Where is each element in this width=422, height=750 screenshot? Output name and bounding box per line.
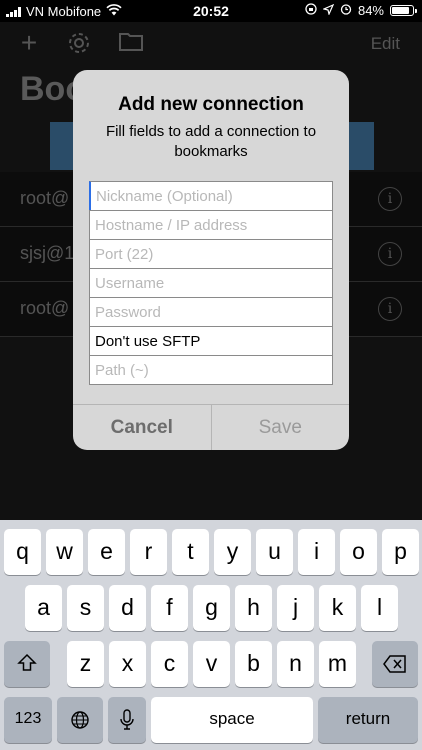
globe-icon xyxy=(71,711,89,729)
port-input[interactable] xyxy=(89,239,333,269)
nickname-input[interactable] xyxy=(89,181,333,211)
key-y[interactable]: y xyxy=(214,529,251,575)
key-s[interactable]: s xyxy=(67,585,104,631)
gear-icon[interactable] xyxy=(66,30,92,56)
bookmark-label: sjsj@1 xyxy=(20,243,75,263)
dictation-key[interactable] xyxy=(108,697,146,743)
folder-icon[interactable] xyxy=(118,30,144,56)
connection-form: Don't use SFTP xyxy=(89,181,333,385)
status-bar: VN Mobifone 20:52 84% xyxy=(0,0,422,22)
info-icon[interactable]: i xyxy=(378,297,402,321)
toolbar: + Edit xyxy=(0,22,422,66)
location-arrow-icon xyxy=(322,3,335,18)
edit-button[interactable]: Edit xyxy=(371,34,400,54)
key-m[interactable]: m xyxy=(319,641,356,687)
path-input[interactable] xyxy=(89,355,333,385)
backspace-key[interactable] xyxy=(372,641,418,687)
battery-icon xyxy=(390,5,417,16)
info-icon[interactable]: i xyxy=(378,187,402,211)
add-connection-dialog: Add new connection Fill fields to add a … xyxy=(73,70,349,450)
alarm-icon xyxy=(340,3,352,18)
dialog-actions: Cancel Save xyxy=(73,404,349,450)
add-icon[interactable]: + xyxy=(16,29,42,57)
info-icon[interactable]: i xyxy=(378,242,402,266)
key-g[interactable]: g xyxy=(193,585,230,631)
key-d[interactable]: d xyxy=(109,585,146,631)
save-button[interactable]: Save xyxy=(212,405,350,450)
shift-icon xyxy=(17,653,37,671)
key-h[interactable]: h xyxy=(235,585,272,631)
key-n[interactable]: n xyxy=(277,641,314,687)
key-o[interactable]: o xyxy=(340,529,377,575)
cancel-button[interactable]: Cancel xyxy=(73,405,212,450)
key-w[interactable]: w xyxy=(46,529,83,575)
key-e[interactable]: e xyxy=(88,529,125,575)
key-b[interactable]: b xyxy=(235,641,272,687)
username-input[interactable] xyxy=(89,268,333,298)
key-p[interactable]: p xyxy=(382,529,419,575)
key-l[interactable]: l xyxy=(361,585,398,631)
hostname-input[interactable] xyxy=(89,210,333,240)
key-c[interactable]: c xyxy=(151,641,188,687)
key-z[interactable]: z xyxy=(67,641,104,687)
battery-percent: 84% xyxy=(357,3,384,18)
key-t[interactable]: t xyxy=(172,529,209,575)
key-k[interactable]: k xyxy=(319,585,356,631)
key-j[interactable]: j xyxy=(277,585,314,631)
dialog-message: Fill fields to add a connection to bookm… xyxy=(105,123,317,160)
microphone-icon xyxy=(120,709,134,730)
keyboard: q w e r t y u i o p a s d f g h j k l z … xyxy=(0,520,422,750)
numbers-key[interactable]: 123 xyxy=(4,697,52,743)
key-i[interactable]: i xyxy=(298,529,335,575)
key-f[interactable]: f xyxy=(151,585,188,631)
return-key[interactable]: return xyxy=(318,697,418,743)
key-q[interactable]: q xyxy=(4,529,41,575)
sftp-option-field[interactable]: Don't use SFTP xyxy=(89,326,333,356)
password-input[interactable] xyxy=(89,297,333,327)
dialog-title: Add new connection xyxy=(118,94,304,115)
key-v[interactable]: v xyxy=(193,641,230,687)
shift-key[interactable] xyxy=(4,641,50,687)
key-u[interactable]: u xyxy=(256,529,293,575)
bookmark-label: root@ xyxy=(20,298,70,318)
backspace-icon xyxy=(383,655,406,673)
key-r[interactable]: r xyxy=(130,529,167,575)
bookmark-label: root@ xyxy=(20,188,70,208)
space-key[interactable]: space xyxy=(151,697,313,743)
key-a[interactable]: a xyxy=(25,585,62,631)
screen-rotation-lock-icon xyxy=(305,3,317,18)
globe-key[interactable] xyxy=(57,697,103,743)
key-x[interactable]: x xyxy=(109,641,146,687)
